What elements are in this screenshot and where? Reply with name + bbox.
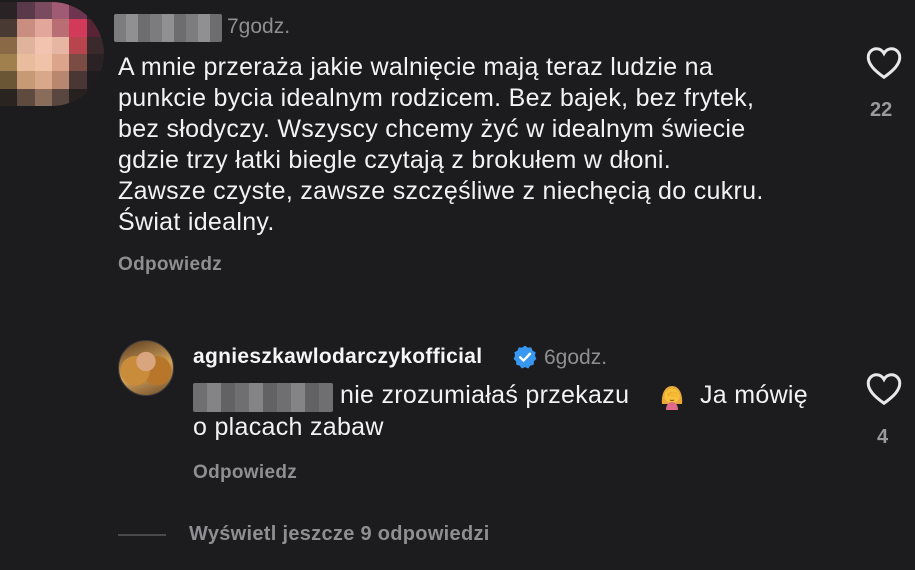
reply-timestamp: 6godz. <box>544 346 608 369</box>
heart-outline-icon[interactable] <box>866 46 902 80</box>
like-count[interactable]: 4 <box>877 426 888 449</box>
view-more-replies-button[interactable]: Wyświetl jeszcze 9 odpowiedzi <box>189 523 490 546</box>
reply-text-part1: nie zrozumiałaś przekazu <box>340 381 630 409</box>
avatar-pixelated[interactable] <box>0 2 104 106</box>
reply-username[interactable]: agnieszkawlodarczykofficial <box>193 345 482 369</box>
heart-outline-icon[interactable] <box>866 372 902 406</box>
comment-text: A mnie przeraża jakie walnięcie mają ter… <box>118 53 764 236</box>
verified-badge-icon <box>512 344 538 370</box>
comment-timestamp: 7godz. <box>227 15 291 38</box>
reply-button[interactable]: Odpowiedz <box>193 462 297 484</box>
like-count[interactable]: 22 <box>870 99 892 122</box>
avatar[interactable] <box>118 340 174 396</box>
woman-facepalming-emoji <box>657 382 687 412</box>
blurred-username[interactable] <box>114 14 222 42</box>
reply-text-line2: o placach zabaw <box>193 413 384 441</box>
blurred-mention[interactable] <box>193 383 333 412</box>
reply-text-part2: Ja mówię <box>700 381 808 409</box>
reply-button[interactable]: Odpowiedz <box>118 254 222 276</box>
view-more-divider <box>118 534 166 536</box>
